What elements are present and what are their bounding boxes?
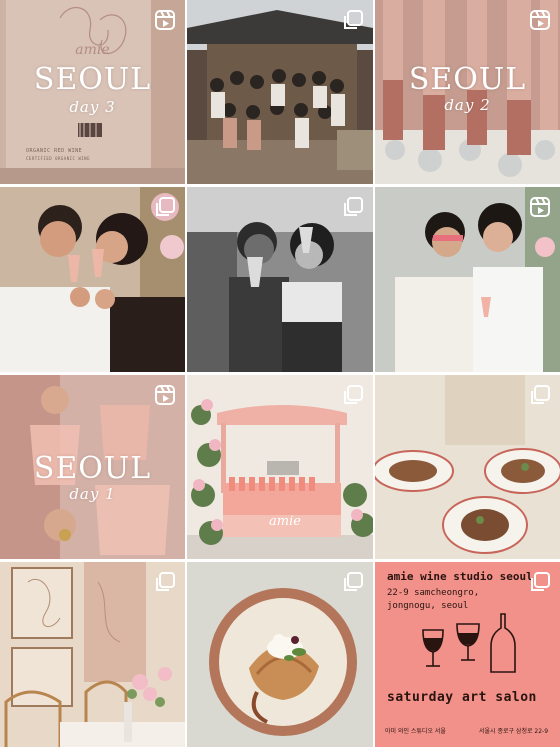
box-caption: ORGANIC RED WINE	[26, 148, 83, 154]
post-overlay-subtitle: day 1	[69, 485, 116, 503]
post-tile-group-photo[interactable]	[187, 0, 373, 184]
poster-event-title: saturday art salon	[387, 690, 537, 705]
post-overlay-subtitle: day 2	[444, 96, 491, 114]
post-overlay-title: SEOUL	[33, 62, 152, 97]
box-brand-script: amie	[75, 42, 110, 58]
reel-icon	[155, 385, 175, 405]
post-tile-friends-rose[interactable]	[375, 187, 560, 372]
bar-brand-label: amie	[269, 514, 301, 529]
carousel-icon	[344, 572, 363, 591]
post-tile-seoul-day-3[interactable]: amie SEOUL day 3 ORGANIC RED WINE CERTIF…	[0, 0, 185, 184]
post-tile-bw-toast[interactable]	[187, 187, 373, 372]
post-tile-event-poster[interactable]: amie wine studio seoul 22-9 samcheongro,…	[375, 562, 560, 747]
post-tile-seoul-day-2[interactable]: SEOUL day 2	[375, 0, 560, 184]
post-overlay-title: SEOUL	[33, 451, 152, 486]
post-tile-couple-toast[interactable]	[0, 187, 185, 372]
reel-icon	[530, 197, 550, 217]
poster-korean-right: 서울시 종로구 삼청로 22-9	[479, 728, 549, 735]
carousel-icon	[344, 197, 363, 216]
post-tile-seoul-day-1[interactable]: SEOUL day 1	[0, 375, 185, 559]
carousel-icon	[156, 197, 175, 216]
reel-icon	[155, 10, 175, 30]
box-meta: CERTIFIED ORGANIC WINE	[26, 156, 90, 161]
post-tile-plated-dishes[interactable]	[375, 375, 560, 559]
reel-icon	[530, 10, 550, 30]
post-tile-dining-room[interactable]	[0, 562, 185, 747]
carousel-icon	[531, 572, 550, 591]
carousel-icon	[344, 385, 363, 404]
post-overlay-title: SEOUL	[408, 62, 527, 97]
carousel-icon	[531, 385, 550, 404]
poster-korean-left: 아미 와인 스튜디오 서울	[385, 728, 446, 735]
post-tile-popup-bar[interactable]: amie	[187, 375, 373, 559]
carousel-icon	[344, 10, 363, 29]
post-overlay-subtitle: day 3	[69, 98, 116, 116]
profile-post-grid: amie SEOUL day 3 ORGANIC RED WINE CERTIF…	[0, 0, 560, 747]
carousel-icon	[156, 572, 175, 591]
post-tile-crepe-dessert[interactable]	[187, 562, 373, 747]
